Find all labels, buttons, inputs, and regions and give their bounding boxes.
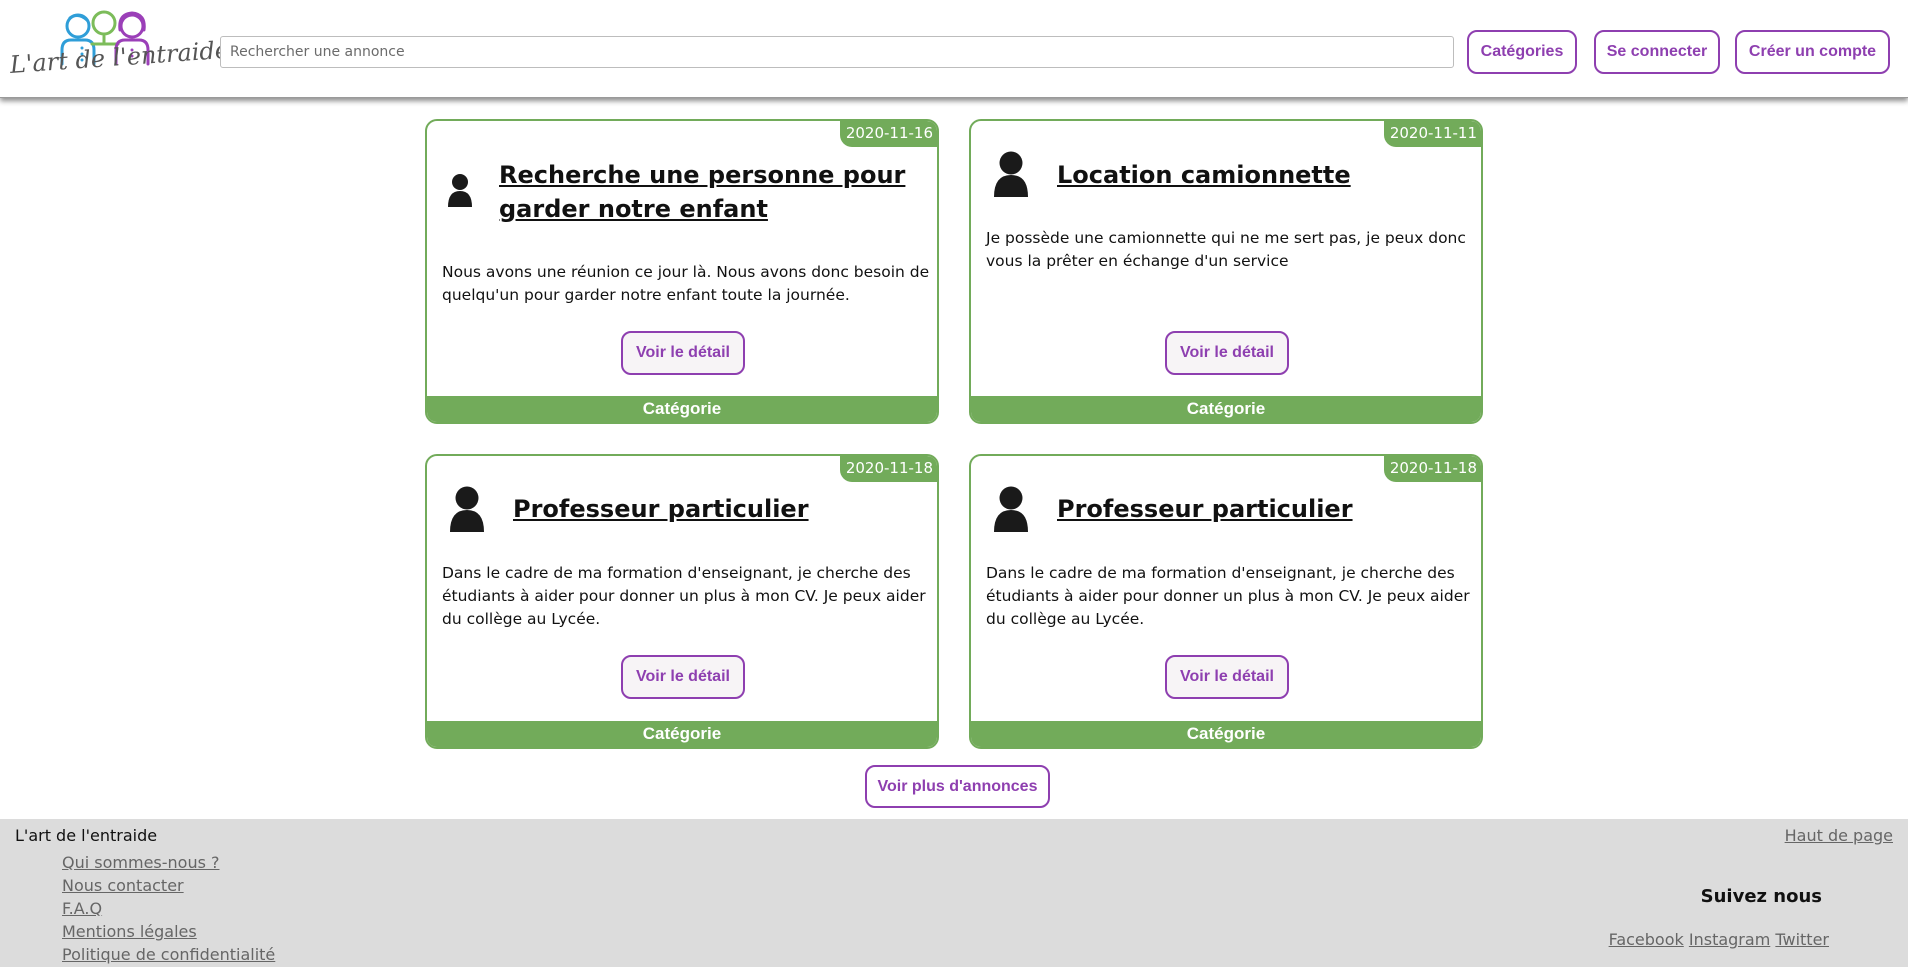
listing-title[interactable]: Professeur particulier [513, 492, 933, 526]
site-footer: L'art de l'entraide Qui sommes-nous ? No… [0, 819, 1908, 967]
signup-button[interactable]: Créer un compte [1735, 30, 1890, 74]
user-icon [994, 151, 1028, 197]
view-detail-button[interactable]: Voir le détail [621, 331, 745, 375]
view-detail-button[interactable]: Voir le détail [1165, 331, 1289, 375]
footer-link-legal[interactable]: Mentions légales [62, 922, 197, 941]
footer-link-faq[interactable]: F.A.Q [62, 899, 102, 918]
footer-links: Qui sommes-nous ? Nous contacter F.A.Q M… [62, 853, 275, 967]
site-logo[interactable]: L'art de l'entraide [8, 6, 230, 92]
login-button[interactable]: Se connecter [1594, 30, 1720, 74]
listing-description: Nous avons une réunion ce jour là. Nous … [442, 263, 930, 304]
footer-link-privacy[interactable]: Politique de confidentialité [62, 945, 275, 964]
instagram-link[interactable]: Instagram [1689, 930, 1770, 949]
footer-link-about[interactable]: Qui sommes-nous ? [62, 853, 220, 872]
twitter-link[interactable]: Twitter [1775, 930, 1829, 949]
listing-title[interactable]: Location camionnette [1057, 158, 1477, 192]
listing-date: 2020-11-18 [839, 456, 937, 482]
view-detail-button[interactable]: Voir le détail [1165, 655, 1289, 699]
back-to-top-link[interactable]: Haut de page [1785, 826, 1893, 845]
listing-title[interactable]: Professeur particulier [1057, 492, 1477, 526]
listing-category: Catégorie [971, 721, 1481, 747]
user-icon [994, 486, 1028, 532]
listing-card: 2020-11-18 Professeur particulier Dans l… [969, 454, 1483, 749]
view-detail-button[interactable]: Voir le détail [621, 655, 745, 699]
categories-button[interactable]: Catégories [1467, 30, 1577, 74]
user-icon [448, 173, 472, 207]
listing-title[interactable]: Recherche une personne pour garder notre… [499, 158, 919, 226]
more-listings-button[interactable]: Voir plus d'annonces [865, 765, 1050, 808]
follow-us-heading: Suivez nous [1700, 886, 1822, 907]
listing-card: 2020-11-16 Recherche une personne pour g… [425, 119, 939, 424]
listing-category: Catégorie [427, 721, 937, 747]
footer-brand: L'art de l'entraide [15, 826, 158, 845]
social-links: Facebook Instagram Twitter [1609, 930, 1829, 949]
site-header: L'art de l'entraide Catégories Se connec… [0, 0, 1908, 98]
listing-category: Catégorie [971, 396, 1481, 422]
facebook-link[interactable]: Facebook [1609, 930, 1684, 949]
listing-date: 2020-11-11 [1383, 121, 1481, 147]
listing-card: 2020-11-18 Professeur particulier Dans l… [425, 454, 939, 749]
search-input[interactable] [220, 36, 1454, 68]
listing-card: 2020-11-11 Location camionnette Je possè… [969, 119, 1483, 424]
user-icon [450, 486, 484, 532]
listing-date: 2020-11-18 [1383, 456, 1481, 482]
listing-description: Dans le cadre de ma formation d'enseigna… [442, 564, 926, 628]
listing-category: Catégorie [427, 396, 937, 422]
listing-date: 2020-11-16 [839, 121, 937, 147]
listing-description: Je possède une camionnette qui ne me ser… [986, 229, 1466, 270]
footer-link-contact[interactable]: Nous contacter [62, 876, 184, 895]
listing-description: Dans le cadre de ma formation d'enseigna… [986, 564, 1470, 628]
